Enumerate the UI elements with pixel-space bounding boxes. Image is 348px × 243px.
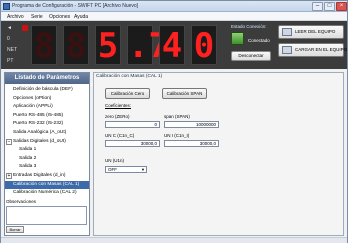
expand-icon[interactable]: + — [6, 173, 12, 179]
sidebar-item-label: Salida Analógica (A_oUt) — [13, 130, 67, 135]
arrow-left-icon: ◄ — [7, 25, 12, 31]
calibration-panel: Calibración con Masas (CAL 1) Calibració… — [93, 72, 344, 236]
observations-label: Observaciones — [6, 199, 37, 204]
read-device-button[interactable]: LEER DEL EQUIPO — [278, 25, 344, 39]
display-digit: 4 — [159, 25, 185, 66]
pt-indicator-label: PT — [7, 58, 14, 64]
sidebar-item[interactable]: Puerto RS-485 (r5-485) — [5, 112, 89, 120]
sidebar-item[interactable]: Aplicación (APPLi) — [5, 103, 89, 111]
menu-serie[interactable]: Serie — [31, 14, 43, 20]
menu-bar: Archivo Serie Opciones Ayuda — [1, 12, 347, 21]
sidebar-item-label: Definición de báscula (DEF) — [13, 87, 73, 92]
menu-opciones[interactable]: Opciones — [49, 14, 70, 20]
sidebar-item-label: Salida 1 — [19, 147, 37, 153]
menu-ayuda[interactable]: Ayuda — [74, 14, 88, 20]
display-digit: 0 — [191, 25, 217, 66]
span-label: span (SPAN) — [164, 114, 190, 119]
display-digit: 8 — [31, 25, 57, 66]
connection-status: Conectado — [248, 38, 270, 43]
span-calibration-button[interactable]: Calibración SPAN — [162, 88, 207, 99]
sidebar-item[interactable]: Definición de báscula (DEF) — [5, 86, 89, 94]
sidebar-item[interactable]: Opciones (oPtion) — [5, 95, 89, 103]
net-indicator: NET — [4, 46, 28, 54]
sidebar-item-label: Aplicación (APPLi) — [13, 104, 53, 110]
close-button[interactable]: × — [336, 2, 347, 11]
sidebar-item[interactable]: Calibración Numérica (CAL 2) — [5, 189, 89, 197]
sidebar-item[interactable]: Calibración con Masas (CAL 1) — [5, 180, 89, 189]
un-select[interactable]: OFF ▼ — [105, 166, 147, 173]
clear-button[interactable]: Borrar — [6, 226, 24, 233]
maximize-button[interactable]: □ — [324, 2, 335, 11]
unc-field[interactable]: 30000,0 — [105, 140, 160, 147]
sidebar-item[interactable]: Salida 1 — [5, 146, 89, 154]
zero-indicator-label: 0 — [7, 36, 10, 42]
un-label: UN (U1n) — [105, 158, 125, 163]
panel-title: Calibración con Masas (CAL 1) — [96, 74, 163, 79]
display-digit: .7 — [127, 25, 169, 66]
collapse-icon[interactable]: − — [6, 138, 12, 145]
sidebar-item[interactable]: + Entradas Digitales (d_in) — [5, 172, 89, 180]
coefficients-label: Coeficientes: — [105, 103, 132, 108]
menu-archivo[interactable]: Archivo — [7, 14, 24, 20]
observations-textarea[interactable] — [6, 206, 87, 225]
net-indicator-label: NET — [7, 47, 17, 53]
sidebar-item-label: Puerto RS-485 (r5-485) — [13, 112, 64, 118]
display-digit: 8 — [63, 25, 89, 66]
zero-calibration-button[interactable]: Calibración Cero — [105, 88, 150, 99]
uni-label: UN I (C1n_I) — [164, 133, 190, 138]
parameter-list-title: Listado de Parámetros — [5, 73, 89, 84]
sidebar-item[interactable]: Salida Analógica (A_oUt) — [5, 129, 89, 137]
pt-indicator: PT — [4, 57, 28, 65]
sidebar-item-label: Salida 2 — [19, 155, 37, 161]
connection-status-label: Estado Conexión: — [231, 24, 267, 29]
chevron-down-icon: ▼ — [141, 167, 145, 172]
app-window: Programa de Configuración - SWIFT PC [Ar… — [0, 0, 348, 243]
status-bar — [1, 237, 347, 243]
sidebar-item[interactable]: Salida 2 — [5, 155, 89, 163]
zero-indicator: 0 — [4, 35, 28, 43]
device-icon — [282, 46, 292, 54]
unc-label: UN C (C1n_C) — [105, 133, 135, 138]
sidebar-item-label: Calibración con Masas (CAL 1) — [13, 181, 80, 187]
alarm-lamp-icon — [22, 25, 28, 31]
display-digit: 5 — [95, 25, 121, 66]
zero-label: zero (ZERo) — [105, 114, 130, 119]
stable-indicator: ◄ — [4, 24, 28, 32]
load-device-label: CARGAR EN EL EQUIPO — [295, 47, 348, 52]
sidebar-item-label: Opciones (oPtion) — [13, 95, 52, 101]
uni-field[interactable]: 30000,0 — [164, 140, 219, 147]
sidebar-item-label: Salida 3 — [19, 164, 37, 170]
sidebar-item-label: Calibración Numérica (CAL 2) — [13, 190, 77, 196]
connection-icon — [231, 32, 244, 45]
zero-field[interactable]: 0 — [105, 121, 160, 128]
span-field[interactable]: 10000000 — [164, 121, 219, 128]
disconnect-button[interactable]: Desconectar — [231, 51, 271, 61]
read-device-label: LEER DEL EQUIPO — [295, 29, 336, 34]
sidebar-item-label: Entradas Digitales (d_in) — [13, 173, 66, 178]
load-device-button[interactable]: CARGAR EN EL EQUIPO — [278, 43, 348, 57]
device-icon — [282, 28, 292, 36]
sidebar-item-label: Salidas Digitales (d_oUt) — [13, 138, 66, 144]
title-bar: Programa de Configuración - SWIFT PC [Ar… — [1, 1, 347, 12]
minimize-button[interactable]: – — [312, 2, 323, 11]
window-title: Programa de Configuración - SWIFT PC [Ar… — [12, 3, 139, 9]
sidebar-item[interactable]: Puerto RS-232 (r5-232) — [5, 120, 89, 128]
sidebar-item-label: Puerto RS-232 (r5-232) — [13, 121, 64, 127]
sidebar-item[interactable]: Salida 3 — [5, 163, 89, 171]
app-icon — [3, 3, 10, 10]
un-select-value: OFF — [108, 167, 117, 172]
sidebar-item[interactable]: − Salidas Digitales (d_oUt) — [5, 138, 89, 146]
